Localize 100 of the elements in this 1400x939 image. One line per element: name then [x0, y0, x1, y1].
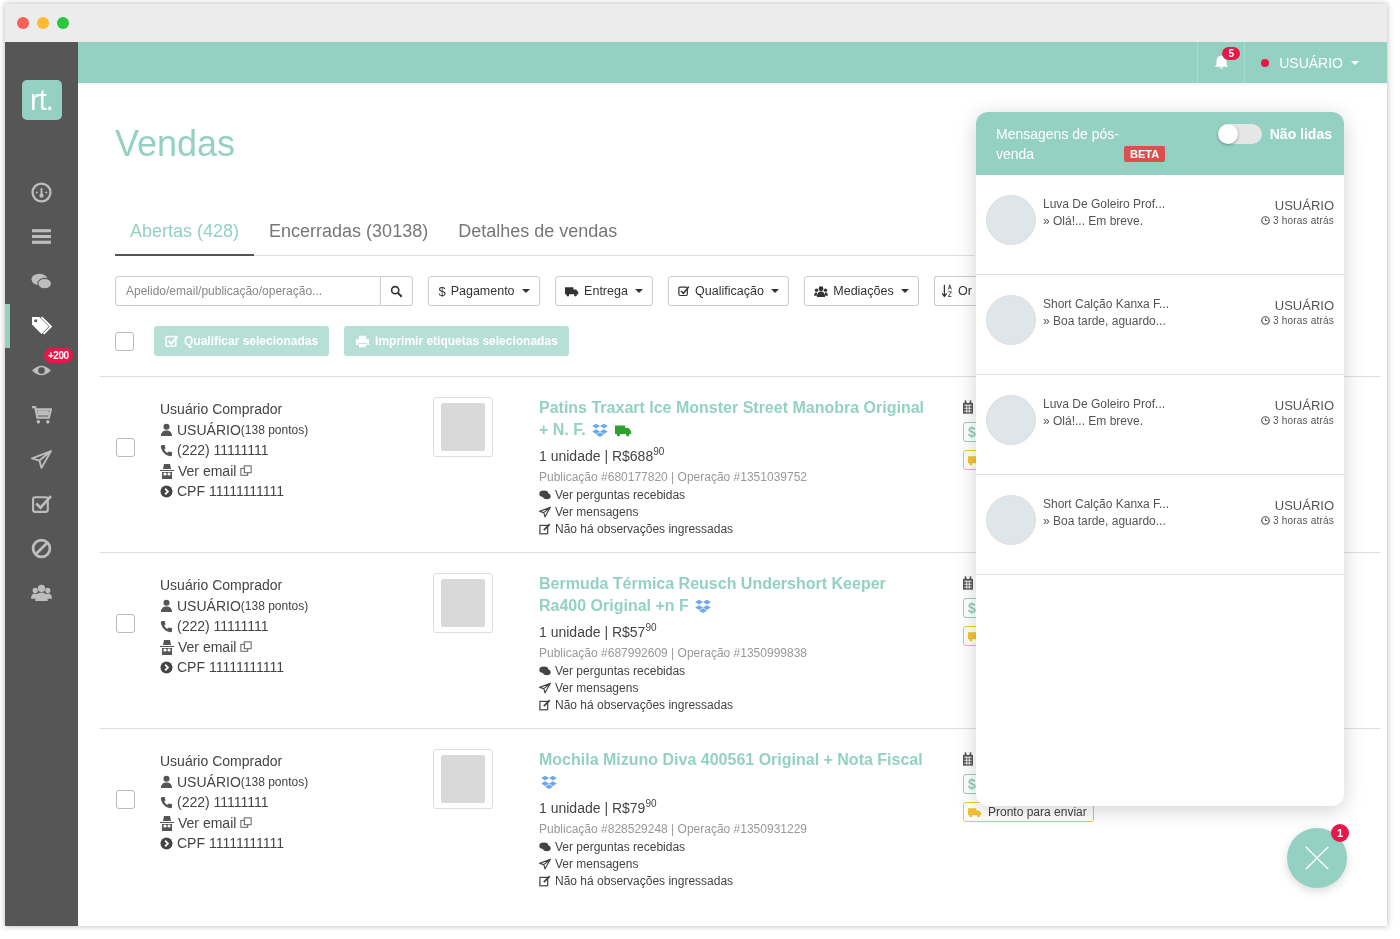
thread-product: Luva De Goleiro Prof... — [1043, 196, 1167, 212]
count-badge: 5 — [1222, 47, 1241, 60]
select-all-checkbox[interactable] — [115, 331, 134, 351]
filter-dropdown[interactable]: Entrega — [555, 276, 653, 306]
chevron-circle-icon — [160, 484, 173, 498]
buyer-nickname: USUÁRIO — [177, 420, 241, 440]
count-badge: 1 — [1331, 824, 1349, 842]
edit-icon — [539, 523, 551, 536]
user-icon — [160, 423, 173, 437]
quantity-price: 1 unidade | R$57$^{90}$ — [539, 621, 658, 642]
page-title: Vendas — [115, 123, 236, 166]
filter-dropdown[interactable]: Mediações — [804, 276, 919, 306]
buyer-points: (138 pontos) — [240, 597, 309, 615]
search-icon — [390, 284, 403, 298]
product-photo-placeholder — [986, 295, 1036, 345]
search-button[interactable] — [381, 276, 413, 306]
buyer-nickname: USUÁRIO — [177, 772, 241, 792]
thread-time: 3 horas atrás — [1273, 415, 1334, 426]
user-icon — [160, 599, 173, 613]
view-email-link[interactable]: Ver email — [178, 460, 237, 481]
view-email-link[interactable]: Ver email — [178, 812, 237, 833]
gauge-icon — [31, 181, 52, 203]
unread-toggle[interactable] — [1217, 124, 1262, 144]
cart-icon — [31, 404, 52, 426]
calendar-icon — [963, 576, 973, 590]
truck-icon — [565, 285, 580, 297]
thread-product: Short Calção Kanxa F... — [1043, 496, 1171, 512]
row-checkbox[interactable] — [116, 790, 135, 809]
edit-icon — [539, 875, 551, 888]
notes-text: Não há observações ingressadas — [555, 696, 734, 714]
row-checkbox[interactable] — [116, 614, 135, 633]
messages-link[interactable]: Ver mensagens — [555, 679, 639, 697]
tab[interactable]: Encerradas (30138) — [254, 215, 444, 256]
dollar-icon: $ — [438, 283, 446, 299]
buyer-cpf: CPF 11111111111 — [177, 482, 285, 501]
checkbox-icon — [678, 285, 691, 297]
incognito-icon — [160, 462, 174, 479]
caret-icon — [900, 289, 909, 293]
close-icon — [1304, 845, 1330, 871]
phone-icon — [160, 795, 173, 809]
truck-icon — [968, 806, 982, 818]
sidebar-item[interactable]: +200 — [5, 348, 78, 393]
notifications-button[interactable]: 5 — [1197, 42, 1246, 83]
message-thread[interactable]: Luva De Goleiro Prof... » Olá!... Em breve. USUÁRIO 3 horas atrás — [976, 375, 1344, 475]
copy-icon[interactable] — [240, 816, 253, 829]
thread-preview: » Olá!... Em breve. — [1043, 413, 1145, 430]
chat-icon — [539, 490, 551, 501]
sort-button[interactable]: Or — [934, 276, 976, 306]
bell-icon — [1212, 54, 1230, 71]
messages-link[interactable]: Ver mensagens — [555, 503, 639, 521]
beta-badge: BETA — [1124, 146, 1166, 162]
caret-icon — [634, 289, 643, 293]
notes-text: Não há observações ingressadas — [555, 520, 734, 538]
paper-plane-icon — [539, 682, 551, 695]
paper-plane-icon — [31, 448, 52, 470]
close-window-icon[interactable] — [17, 17, 29, 29]
questions-link[interactable]: Ver perguntas recebidas — [555, 486, 686, 504]
filter-dropdown[interactable]: $ Pagamento — [428, 276, 540, 306]
checkbox-icon — [31, 493, 52, 515]
message-thread[interactable]: Short Calção Kanxa F... » Boa tarde, aguardo... USUÁRIO 3 horas atrás — [976, 275, 1344, 375]
sort-icon — [942, 284, 953, 298]
thread-product: Luva De Goleiro Prof... — [1043, 396, 1167, 412]
view-email-link[interactable]: Ver email — [178, 636, 237, 657]
panel-title: Mensagens de pós-venda — [996, 125, 1119, 164]
chevron-circle-icon — [160, 836, 173, 850]
incognito-icon — [160, 814, 174, 831]
buyer-phone: (222) 11111111 — [177, 793, 269, 812]
product-photo-placeholder — [433, 397, 493, 457]
chat-icon — [539, 666, 551, 677]
questions-link[interactable]: Ver perguntas recebidas — [555, 838, 686, 856]
tab[interactable]: Detalhes de vendas — [443, 215, 633, 256]
online-status-dot — [1261, 58, 1270, 67]
thread-preview: » Boa tarde, aguardo... — [1043, 313, 1167, 330]
phone-icon — [160, 619, 173, 633]
users-icon — [814, 285, 829, 297]
thread-preview: » Boa tarde, aguardo... — [1043, 513, 1167, 530]
buyer-cpf: CPF 11111111111 — [177, 834, 285, 853]
product-photo-placeholder — [986, 195, 1036, 245]
incognito-icon — [160, 638, 174, 655]
thread-time: 3 horas atrás — [1273, 315, 1334, 326]
copy-icon[interactable] — [240, 640, 253, 653]
questions-link[interactable]: Ver perguntas recebidas — [555, 662, 686, 680]
thread-user: USUÁRIO — [1273, 197, 1334, 215]
listing-operation-ids: Publicação #687992609 | Operação #1350999838 — [539, 644, 808, 662]
checkbox-icon — [165, 334, 179, 348]
copy-icon[interactable] — [240, 464, 253, 477]
messages-link[interactable]: Ver mensagens — [555, 855, 639, 873]
search-field[interactable]: Apelido/email/publicação/operação... — [115, 276, 381, 306]
message-thread[interactable]: Luva De Goleiro Prof... » Olá!... Em breve. USUÁRIO 3 horas atrás — [976, 175, 1344, 275]
clock-icon — [1261, 516, 1271, 525]
filter-dropdown[interactable]: Qualificação — [668, 276, 789, 306]
caret-icon — [770, 289, 779, 293]
phone-icon — [160, 443, 173, 457]
buyer-nickname: USUÁRIO — [177, 596, 241, 616]
caret-icon — [1351, 60, 1359, 65]
message-thread[interactable]: Short Calção Kanxa F... » Boa tarde, aguardo... USUÁRIO 3 horas atrás — [976, 475, 1344, 575]
row-checkbox[interactable] — [116, 438, 135, 457]
printer-icon — [355, 334, 371, 348]
notes-text: Não há observações ingressadas — [555, 872, 734, 890]
product-photo-placeholder — [433, 749, 493, 809]
